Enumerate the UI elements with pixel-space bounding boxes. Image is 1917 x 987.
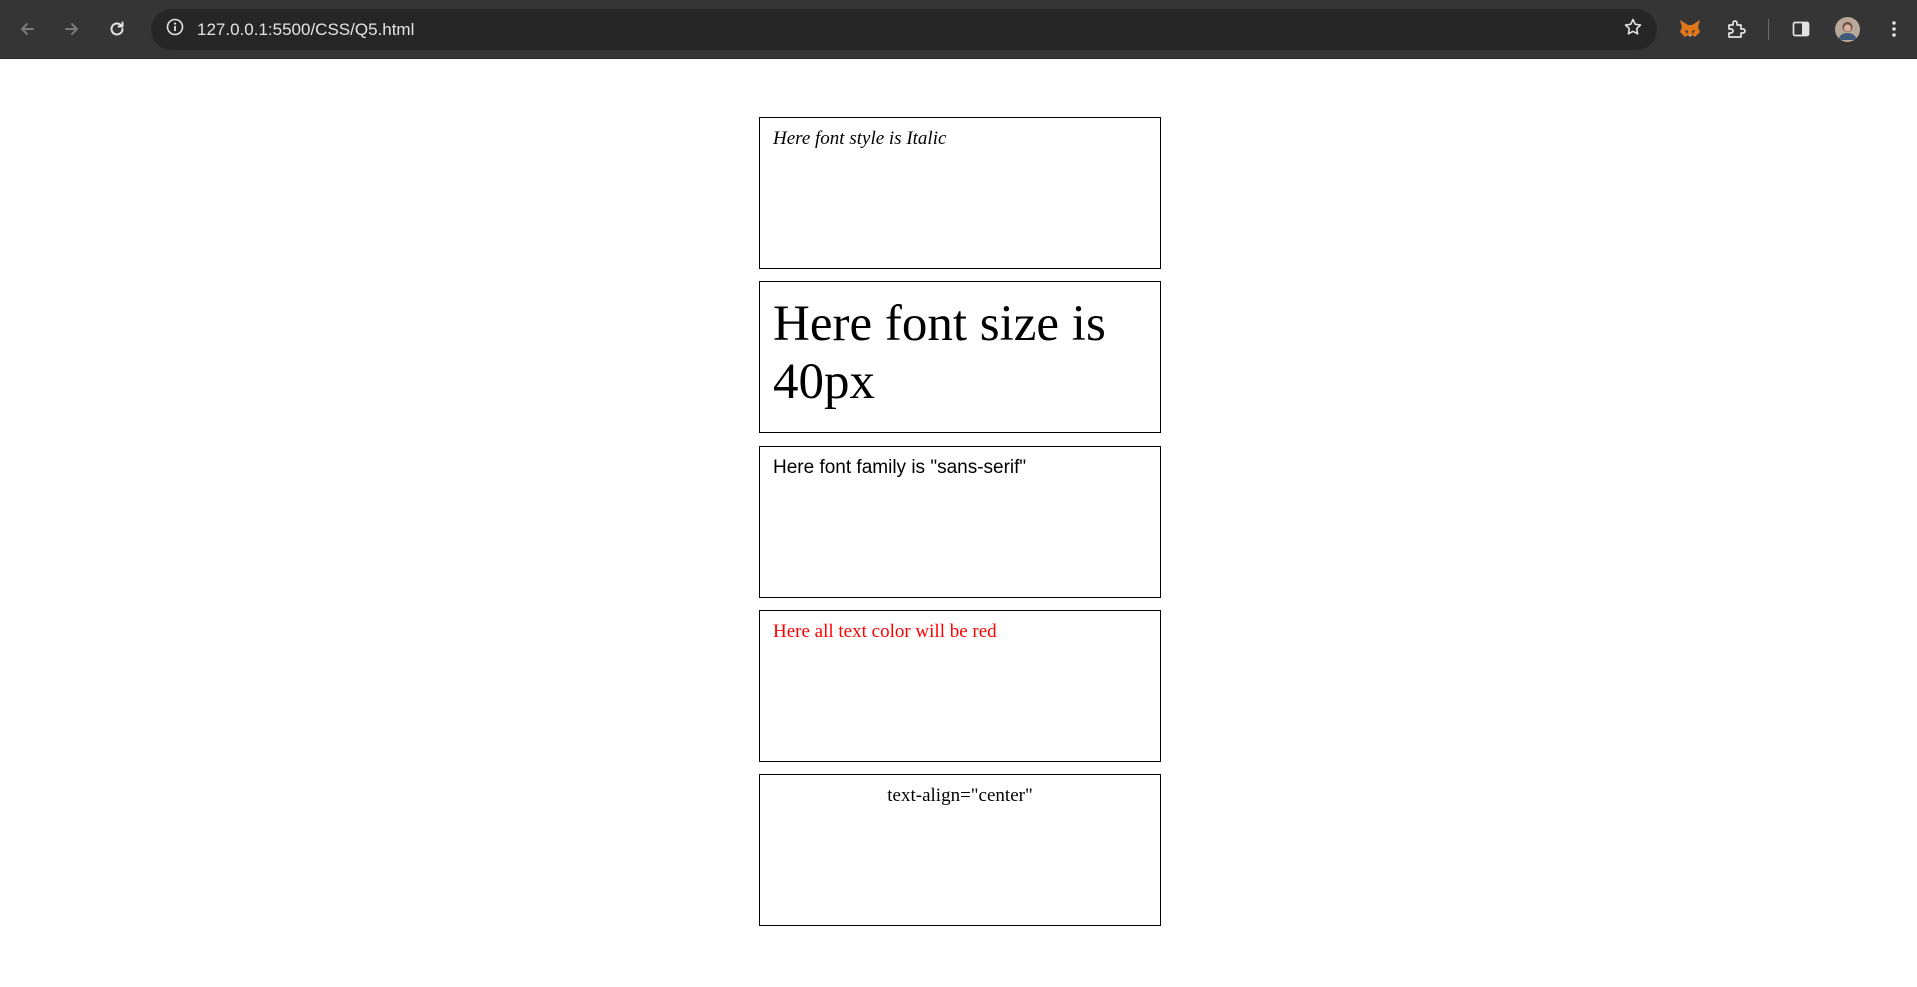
forward-arrow-icon — [62, 19, 82, 39]
fox-icon — [1678, 18, 1702, 40]
side-panel-button[interactable] — [1783, 11, 1819, 47]
star-icon — [1623, 17, 1643, 42]
puzzle-icon — [1725, 18, 1747, 40]
site-info-button[interactable] — [158, 13, 191, 46]
side-panel-icon — [1791, 19, 1811, 39]
back-arrow-icon — [17, 19, 37, 39]
font-size-text-box: Here font size is 40px — [759, 281, 1161, 433]
forward-button[interactable] — [54, 11, 90, 47]
red-text-box: Here all text color will be red — [759, 610, 1161, 762]
kebab-menu-icon — [1891, 19, 1897, 39]
reload-button[interactable] — [99, 11, 135, 47]
font-family-text-box: Here font family is "sans-serif" — [759, 446, 1161, 598]
italic-text-box: Here font style is Italic — [759, 117, 1161, 269]
bookmark-button[interactable] — [1616, 13, 1649, 46]
page-content: Here font style is Italic Here font size… — [0, 59, 1917, 987]
extensions-button[interactable] — [1718, 11, 1754, 47]
url-text[interactable]: 127.0.0.1:5500/CSS/Q5.html — [197, 20, 414, 40]
browser-toolbar: 127.0.0.1:5500/CSS/Q5.html — [0, 0, 1917, 59]
reload-icon — [107, 19, 127, 39]
browser-menu-button[interactable] — [1876, 11, 1912, 47]
address-bar[interactable]: 127.0.0.1:5500/CSS/Q5.html — [151, 9, 1657, 50]
metamask-extension-button[interactable] — [1672, 11, 1708, 47]
center-aligned-text-box: text-align="center" — [759, 774, 1161, 926]
toolbar-divider — [1768, 19, 1769, 40]
avatar[interactable] — [1835, 17, 1860, 42]
back-button[interactable] — [9, 11, 45, 47]
info-icon — [166, 18, 184, 41]
